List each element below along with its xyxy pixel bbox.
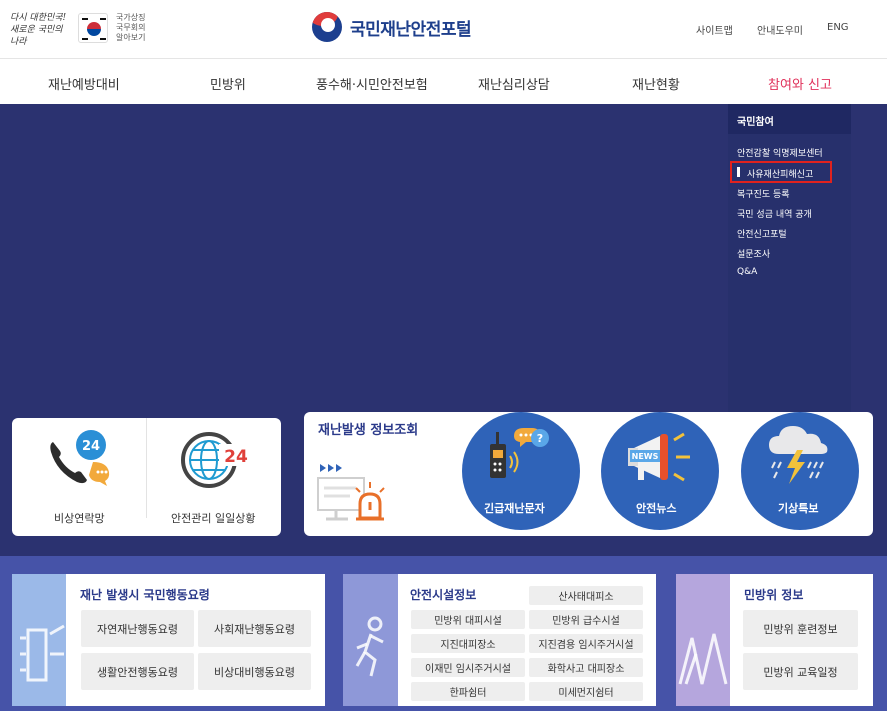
slogan-calligraphy: 다시 대한민국! 새로운 국민의 나라 <box>10 13 67 47</box>
divider <box>146 418 147 518</box>
svg-text:24: 24 <box>82 439 100 454</box>
fine-dust-shelter-button[interactable]: 미세먼지쉼터 <box>529 682 643 701</box>
guide-card-side <box>12 574 66 706</box>
svg-text:NEWS: NEWS <box>632 452 659 461</box>
nav-counseling[interactable]: 재난심리상담 <box>478 74 550 93</box>
civil-shelter-button[interactable]: 민방위 대피시설 <box>411 610 525 629</box>
site-header: 다시 대한민국! 새로운 국민의 나라 국가상징 국무회의 알아보기 국민재난안… <box>0 0 887 58</box>
news-megaphone-icon: NEWS <box>628 432 690 482</box>
nav-disaster-prevention[interactable]: 재난예방대비 <box>48 74 120 93</box>
emergency-radio-icon: ? <box>490 428 549 478</box>
nav-civil-defense[interactable]: 민방위 <box>210 74 246 93</box>
landslide-shelter-button[interactable]: 산사태대피소 <box>529 586 643 605</box>
earthquake-housing-button[interactable]: 지진겸용 임시주거시설 <box>529 634 643 653</box>
dropdown-title: 국민참여 <box>737 117 774 128</box>
svg-text:?: ? <box>537 432 543 445</box>
earthquake-evac-button[interactable]: 지진대피장소 <box>411 634 525 653</box>
info-panel-title: 재난발생 정보조회 <box>318 423 419 438</box>
phone-24-icon: 24 <box>50 430 110 486</box>
nav-participation-report[interactable]: 참여와 신고 <box>768 74 832 93</box>
circle-label-emergency-text: 긴급재난문자 <box>484 502 545 515</box>
civil-education-button[interactable]: 민방위 교육일정 <box>743 653 858 690</box>
quick-label-contacts: 비상연락망 <box>54 512 105 525</box>
guide-helper-link[interactable]: 안내도우미 <box>757 22 803 37</box>
english-link[interactable]: ENG <box>827 22 849 33</box>
facility-card-title: 안전시설정보 <box>410 588 477 602</box>
dropdown-header: 국민참여 <box>728 104 851 134</box>
government-emblem-icon <box>312 12 342 42</box>
main-navigation: 재난예방대비 민방위 풍수해·시민안전보험 재난심리상담 재난현황 참여와 신고 <box>0 58 887 104</box>
storm-cloud-icon <box>769 426 828 484</box>
cold-shelter-button[interactable]: 한파쉼터 <box>411 682 525 701</box>
dropdown-item-anonymous-report[interactable]: 안전감찰 익명제보센터 <box>737 146 823 159</box>
national-symbols-link[interactable]: 국가상징 국무회의 알아보기 <box>116 13 145 43</box>
running-person-icon <box>355 616 384 677</box>
dropdown-item-recovery[interactable]: 복구진도 등록 <box>737 187 790 200</box>
natural-disaster-guide-button[interactable]: 자연재난행동요령 <box>81 610 194 647</box>
civil-water-button[interactable]: 민방위 급수시설 <box>529 610 643 629</box>
nav-insurance[interactable]: 풍수해·시민안전보험 <box>316 74 428 93</box>
emergency-contacts-link[interactable]: 24 비상연락망 <box>40 424 130 534</box>
life-safety-guide-button[interactable]: 생활안전행동요령 <box>81 653 194 690</box>
chemical-evac-button[interactable]: 화학사고 대피장소 <box>529 658 643 677</box>
alert-monitor-icon <box>317 464 385 521</box>
civil-training-button[interactable]: 민방위 훈련정보 <box>743 610 858 647</box>
globe-24-icon: 24 <box>181 432 253 488</box>
logo-text: 국민재난안전포털 <box>350 19 472 40</box>
dropdown-item-survey[interactable]: 설문조사 <box>737 247 770 260</box>
facility-card-side <box>343 574 398 706</box>
svg-text:24: 24 <box>224 447 248 467</box>
civil-card-side <box>676 574 730 706</box>
sprinkler-icon <box>20 624 65 682</box>
korean-flag-icon[interactable] <box>78 13 108 43</box>
mountain-lines-icon <box>678 633 728 685</box>
victim-housing-button[interactable]: 이재민 임시주거시설 <box>411 658 525 677</box>
daily-status-link[interactable]: 24 안전관리 일일상황 <box>165 424 275 534</box>
quick-label-daily-status: 안전관리 일일상황 <box>171 512 256 525</box>
civil-card-title: 민방위 정보 <box>744 588 804 602</box>
dropdown-item-donations[interactable]: 국민 성금 내역 공개 <box>737 207 812 220</box>
participation-dropdown: 국민참여 안전감찰 익명제보센터 사유재산피해신고 복구진도 등록 국민 성금 … <box>728 104 851 414</box>
social-disaster-guide-button[interactable]: 사회재난행동요령 <box>198 610 311 647</box>
circle-label-weather-alert: 기상특보 <box>778 502 819 515</box>
guide-card-title: 재난 발생시 국민행동요령 <box>80 588 210 602</box>
highlight-box <box>730 161 832 183</box>
sitemap-link[interactable]: 사이트맵 <box>696 22 733 37</box>
site-logo[interactable]: 국민재난안전포털 <box>312 10 472 44</box>
dropdown-item-qna[interactable]: Q&A <box>737 267 757 277</box>
circle-label-safety-news: 안전뉴스 <box>636 502 677 515</box>
nav-disaster-status[interactable]: 재난현황 <box>632 74 680 93</box>
emergency-prep-guide-button[interactable]: 비상대비행동요령 <box>198 653 311 690</box>
dropdown-item-safety-report[interactable]: 안전신고포털 <box>737 227 787 240</box>
